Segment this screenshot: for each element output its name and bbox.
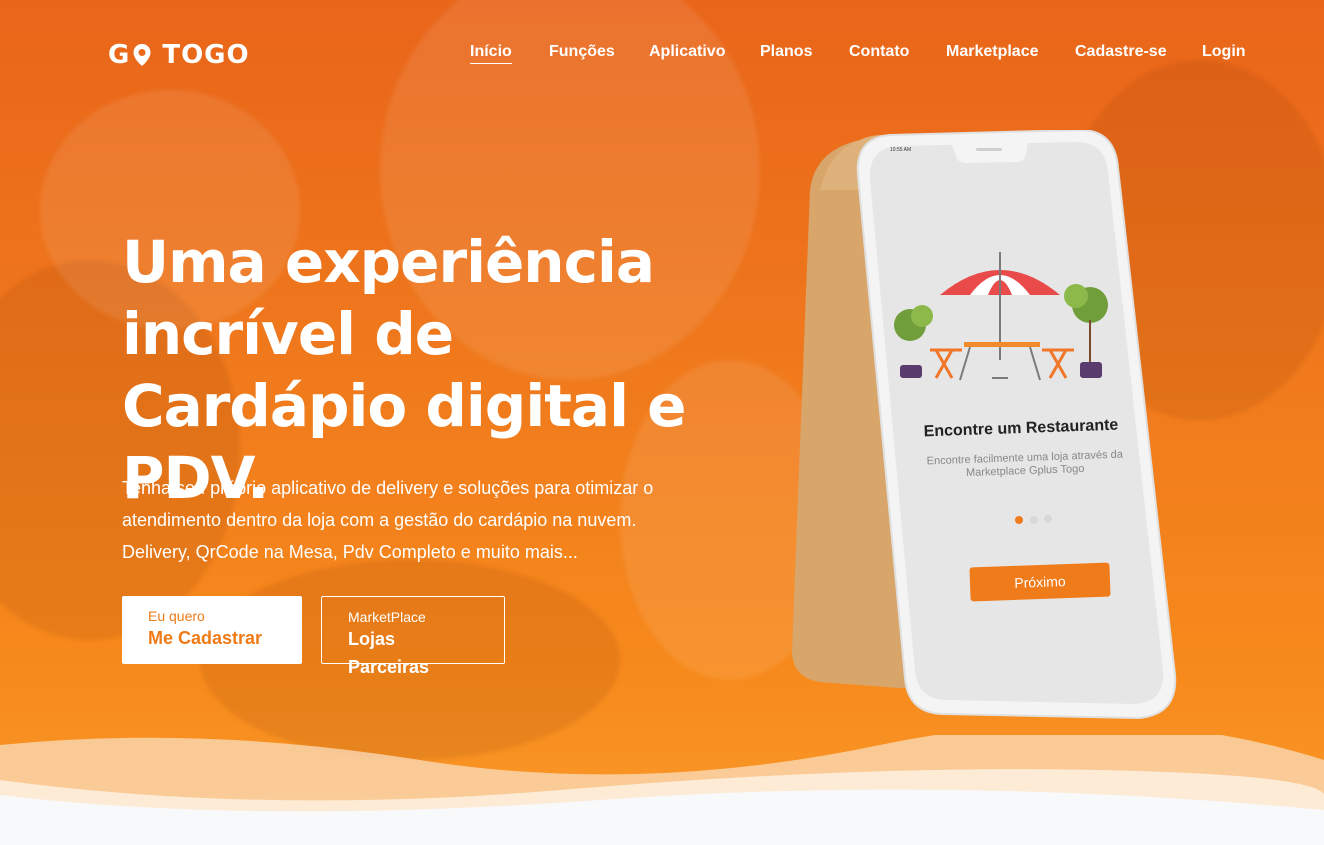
nav-funcoes[interactable]: Funções <box>549 43 615 61</box>
nav-marketplace[interactable]: Marketplace <box>946 43 1039 61</box>
hero-section: G TOGO Início Funções Aplicativo Planos … <box>0 0 1324 845</box>
logo[interactable]: G TOGO <box>108 40 250 70</box>
register-button[interactable]: Eu quero Me Cadastrar <box>122 596 302 664</box>
nav-planos[interactable]: Planos <box>760 43 812 61</box>
partner-stores-button-caption: MarketPlace <box>348 609 426 625</box>
hero-title: Uma experiência incrível de Cardápio dig… <box>122 228 686 512</box>
next-button[interactable]: Próximo <box>969 562 1111 602</box>
nav-inicio[interactable]: Início <box>470 43 512 64</box>
phone-status-time: 10:55 AM <box>890 147 912 153</box>
pager-dot[interactable] <box>1030 516 1038 524</box>
hero-description: Tenha seu próprio aplicativo de delivery… <box>122 478 654 562</box>
top-navigation: G TOGO Início Funções Aplicativo Planos … <box>0 0 1324 105</box>
nav-aplicativo[interactable]: Aplicativo <box>649 43 725 61</box>
location-pin-icon <box>132 43 152 67</box>
pager-dot[interactable] <box>1044 515 1052 523</box>
nav-contato[interactable]: Contato <box>849 43 909 61</box>
nav-login[interactable]: Login <box>1202 43 1246 61</box>
nav-cadastre-se[interactable]: Cadastre-se <box>1075 43 1167 61</box>
register-button-caption: Eu quero <box>148 608 205 624</box>
logo-letter: G <box>108 40 131 70</box>
logo-wordmark: TOGO <box>162 40 250 70</box>
bottom-wave-divider <box>0 735 1324 845</box>
pager-dot-active[interactable] <box>1015 516 1023 524</box>
partner-stores-button[interactable]: MarketPlace Lojas Parceiras <box>321 596 505 677</box>
register-button-label: Me Cadastrar <box>148 628 263 648</box>
partner-stores-button-label: Lojas Parceiras <box>348 629 430 677</box>
